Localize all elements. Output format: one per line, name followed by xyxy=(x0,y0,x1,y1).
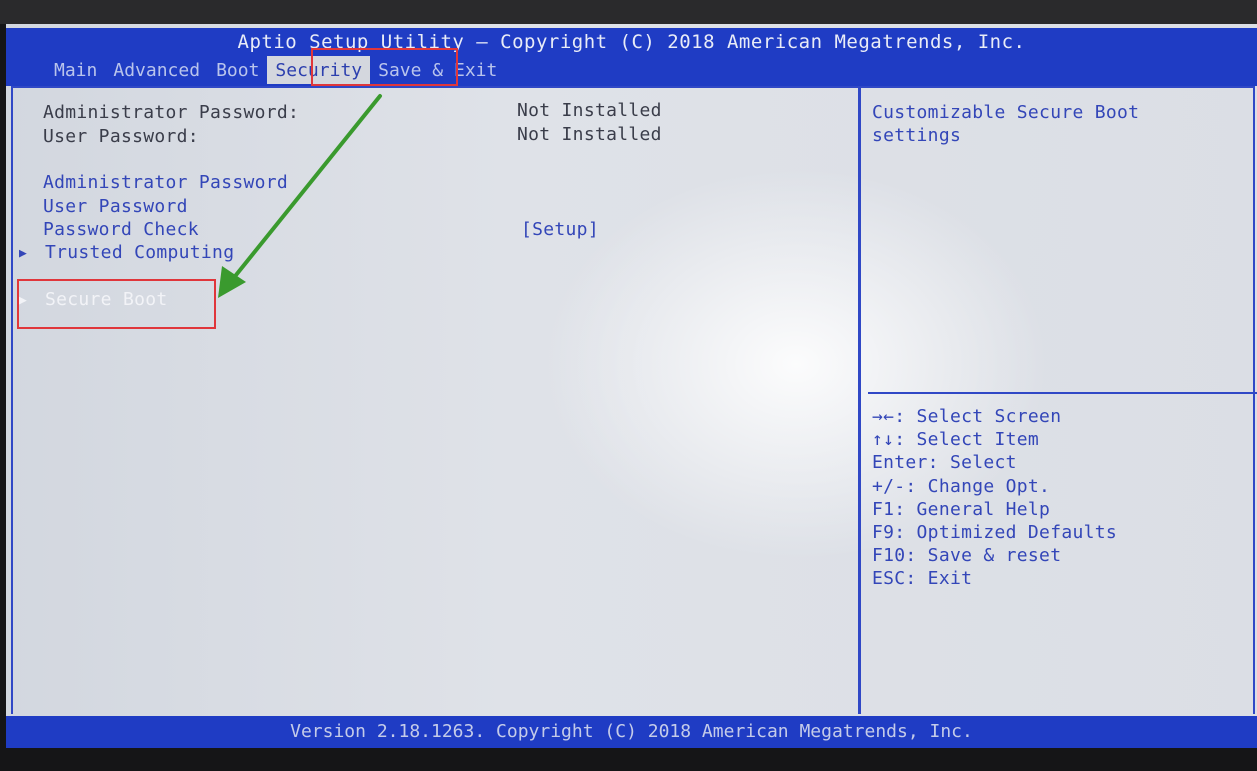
green-pointer-arrow-icon xyxy=(218,94,382,298)
